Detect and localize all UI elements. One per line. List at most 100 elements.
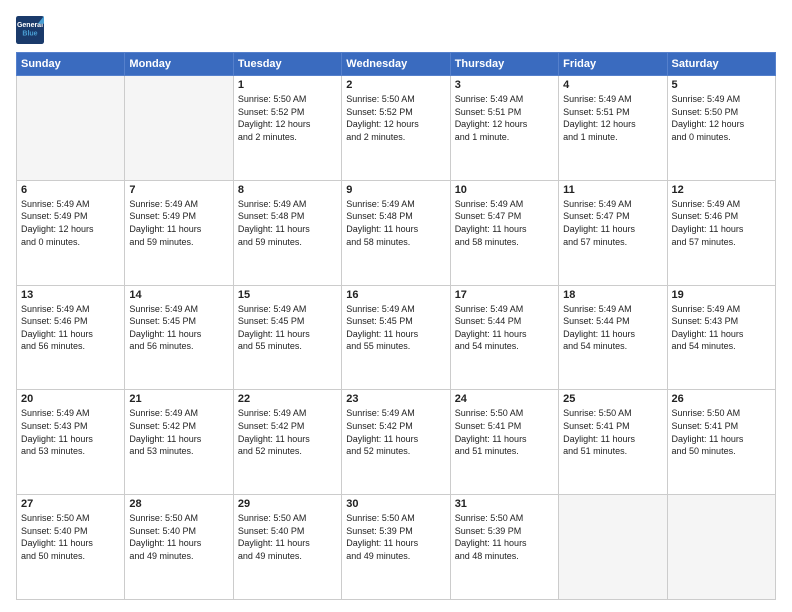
weekday-header: Saturday bbox=[667, 53, 775, 76]
day-number: 23 bbox=[346, 393, 445, 405]
day-number: 5 bbox=[672, 79, 771, 91]
cell-details: Sunrise: 5:49 AM Sunset: 5:43 PM Dayligh… bbox=[672, 303, 771, 353]
calendar-cell bbox=[559, 495, 667, 600]
cell-details: Sunrise: 5:50 AM Sunset: 5:40 PM Dayligh… bbox=[238, 512, 337, 562]
day-number: 8 bbox=[238, 184, 337, 196]
cell-details: Sunrise: 5:49 AM Sunset: 5:47 PM Dayligh… bbox=[563, 198, 662, 248]
cell-details: Sunrise: 5:49 AM Sunset: 5:49 PM Dayligh… bbox=[21, 198, 120, 248]
day-number: 21 bbox=[129, 393, 228, 405]
calendar-cell: 12 Sunrise: 5:49 AM Sunset: 5:46 PM Dayli… bbox=[667, 180, 775, 285]
day-number: 13 bbox=[21, 289, 120, 301]
cell-details: Sunrise: 5:50 AM Sunset: 5:41 PM Dayligh… bbox=[563, 407, 662, 457]
day-number: 12 bbox=[672, 184, 771, 196]
calendar-cell: 10 Sunrise: 5:49 AM Sunset: 5:47 PM Dayli… bbox=[450, 180, 558, 285]
day-number: 10 bbox=[455, 184, 554, 196]
calendar-cell: 9 Sunrise: 5:49 AM Sunset: 5:48 PM Daylig… bbox=[342, 180, 450, 285]
day-number: 15 bbox=[238, 289, 337, 301]
calendar-cell: 14Sunrise: 5:49 AM Sunset: 5:45 PM Dayli… bbox=[125, 285, 233, 390]
day-number: 24 bbox=[455, 393, 554, 405]
cell-details: Sunrise: 5:50 AM Sunset: 5:41 PM Dayligh… bbox=[455, 407, 554, 457]
cell-details: Sunrise: 5:50 AM Sunset: 5:39 PM Dayligh… bbox=[455, 512, 554, 562]
calendar-cell: 15 Sunrise: 5:49 AM Sunset: 5:45 PM Dayli… bbox=[233, 285, 341, 390]
page: General Blue SundayMondayTuesdayWednesda… bbox=[0, 0, 792, 612]
cell-details: Sunrise: 5:49 AM Sunset: 5:48 PM Dayligh… bbox=[238, 198, 337, 248]
cell-details: Sunrise: 5:49 AM Sunset: 5:51 PM Dayligh… bbox=[563, 93, 662, 143]
day-number: 2 bbox=[346, 79, 445, 91]
calendar-cell: 1 Sunrise: 5:50 AM Sunset: 5:52 PM Daylig… bbox=[233, 76, 341, 181]
calendar-cell bbox=[17, 76, 125, 181]
calendar-cell: 26 Sunrise: 5:50 AM Sunset: 5:41 PM Dayli… bbox=[667, 390, 775, 495]
cell-details: Sunrise: 5:50 AM Sunset: 5:41 PM Dayligh… bbox=[672, 407, 771, 457]
cell-details: Sunrise: 5:50 AM Sunset: 5:52 PM Dayligh… bbox=[346, 93, 445, 143]
header: General Blue bbox=[16, 12, 776, 44]
day-number: 26 bbox=[672, 393, 771, 405]
cell-details: Sunrise: 5:49 AM Sunset: 5:47 PM Dayligh… bbox=[455, 198, 554, 248]
weekday-header: Friday bbox=[559, 53, 667, 76]
calendar-week-row: 13 Sunrise: 5:49 AM Sunset: 5:46 PM Dayli… bbox=[17, 285, 776, 390]
day-number: 27 bbox=[21, 498, 120, 510]
day-number: 16 bbox=[346, 289, 445, 301]
cell-details: Sunrise: 5:49 AM Sunset: 5:42 PM Dayligh… bbox=[346, 407, 445, 457]
day-number: 19 bbox=[672, 289, 771, 301]
svg-text:Blue: Blue bbox=[22, 30, 37, 37]
day-number: 3 bbox=[455, 79, 554, 91]
cell-details: Sunrise: 5:49 AM Sunset: 5:46 PM Dayligh… bbox=[672, 198, 771, 248]
calendar-cell: 11 Sunrise: 5:49 AM Sunset: 5:47 PM Dayli… bbox=[559, 180, 667, 285]
calendar-cell: 20Sunrise: 5:49 AM Sunset: 5:43 PM Dayli… bbox=[17, 390, 125, 495]
calendar-cell: 8 Sunrise: 5:49 AM Sunset: 5:48 PM Daylig… bbox=[233, 180, 341, 285]
calendar-cell: 24 Sunrise: 5:50 AM Sunset: 5:41 PM Dayli… bbox=[450, 390, 558, 495]
day-number: 6 bbox=[21, 184, 120, 196]
cell-details: Sunrise: 5:49 AM Sunset: 5:48 PM Dayligh… bbox=[346, 198, 445, 248]
cell-details: Sunrise: 5:49 AM Sunset: 5:50 PM Dayligh… bbox=[672, 93, 771, 143]
cell-details: Sunrise: 5:49 AM Sunset: 5:45 PM Dayligh… bbox=[346, 303, 445, 353]
day-number: 22 bbox=[238, 393, 337, 405]
cell-details: Sunrise: 5:50 AM Sunset: 5:39 PM Dayligh… bbox=[346, 512, 445, 562]
day-number: 11 bbox=[563, 184, 662, 196]
cell-details: Sunrise: 5:49 AM Sunset: 5:42 PM Dayligh… bbox=[129, 407, 228, 457]
calendar-cell: 5 Sunrise: 5:49 AM Sunset: 5:50 PM Daylig… bbox=[667, 76, 775, 181]
cell-details: Sunrise: 5:50 AM Sunset: 5:52 PM Dayligh… bbox=[238, 93, 337, 143]
calendar-week-row: 6 Sunrise: 5:49 AM Sunset: 5:49 PM Daylig… bbox=[17, 180, 776, 285]
calendar-cell: 28Sunrise: 5:50 AM Sunset: 5:40 PM Dayli… bbox=[125, 495, 233, 600]
day-number: 1 bbox=[238, 79, 337, 91]
weekday-header: Monday bbox=[125, 53, 233, 76]
cell-details: Sunrise: 5:49 AM Sunset: 5:43 PM Dayligh… bbox=[21, 407, 120, 457]
calendar-cell: 13 Sunrise: 5:49 AM Sunset: 5:46 PM Dayli… bbox=[17, 285, 125, 390]
day-number: 25 bbox=[563, 393, 662, 405]
calendar-cell: 21 Sunrise: 5:49 AM Sunset: 5:42 PM Dayli… bbox=[125, 390, 233, 495]
weekday-header: Tuesday bbox=[233, 53, 341, 76]
cell-details: Sunrise: 5:49 AM Sunset: 5:44 PM Dayligh… bbox=[563, 303, 662, 353]
calendar-cell: 30Sunrise: 5:50 AM Sunset: 5:39 PM Dayli… bbox=[342, 495, 450, 600]
calendar-cell bbox=[667, 495, 775, 600]
day-number: 29 bbox=[238, 498, 337, 510]
calendar-cell: 7 Sunrise: 5:49 AM Sunset: 5:49 PM Daylig… bbox=[125, 180, 233, 285]
calendar-cell: 6 Sunrise: 5:49 AM Sunset: 5:49 PM Daylig… bbox=[17, 180, 125, 285]
cell-details: Sunrise: 5:50 AM Sunset: 5:40 PM Dayligh… bbox=[21, 512, 120, 562]
calendar-header-row: SundayMondayTuesdayWednesdayThursdayFrid… bbox=[17, 53, 776, 76]
day-number: 7 bbox=[129, 184, 228, 196]
calendar-cell: 2 Sunrise: 5:50 AM Sunset: 5:52 PM Daylig… bbox=[342, 76, 450, 181]
day-number: 9 bbox=[346, 184, 445, 196]
calendar-cell: 23 Sunrise: 5:49 AM Sunset: 5:42 PM Dayli… bbox=[342, 390, 450, 495]
cell-details: Sunrise: 5:49 AM Sunset: 5:45 PM Dayligh… bbox=[238, 303, 337, 353]
cell-details: Sunrise: 5:49 AM Sunset: 5:42 PM Dayligh… bbox=[238, 407, 337, 457]
weekday-header: Wednesday bbox=[342, 53, 450, 76]
day-number: 4 bbox=[563, 79, 662, 91]
calendar-cell: 16 Sunrise: 5:49 AM Sunset: 5:45 PM Dayli… bbox=[342, 285, 450, 390]
calendar-cell: 22 Sunrise: 5:49 AM Sunset: 5:42 PM Dayli… bbox=[233, 390, 341, 495]
day-number: 17 bbox=[455, 289, 554, 301]
day-number: 14 bbox=[129, 289, 228, 301]
day-number: 18 bbox=[563, 289, 662, 301]
calendar-cell: 3 Sunrise: 5:49 AM Sunset: 5:51 PM Daylig… bbox=[450, 76, 558, 181]
calendar-table: SundayMondayTuesdayWednesdayThursdayFrid… bbox=[16, 52, 776, 600]
calendar-cell: 27 Sunrise: 5:50 AM Sunset: 5:40 PM Dayli… bbox=[17, 495, 125, 600]
logo: General Blue bbox=[16, 16, 44, 44]
weekday-header: Thursday bbox=[450, 53, 558, 76]
cell-details: Sunrise: 5:50 AM Sunset: 5:40 PM Dayligh… bbox=[129, 512, 228, 562]
calendar-cell: 29 Sunrise: 5:50 AM Sunset: 5:40 PM Dayli… bbox=[233, 495, 341, 600]
calendar-cell: 25 Sunrise: 5:50 AM Sunset: 5:41 PM Dayli… bbox=[559, 390, 667, 495]
cell-details: Sunrise: 5:49 AM Sunset: 5:49 PM Dayligh… bbox=[129, 198, 228, 248]
cell-details: Sunrise: 5:49 AM Sunset: 5:51 PM Dayligh… bbox=[455, 93, 554, 143]
calendar-cell: 19 Sunrise: 5:49 AM Sunset: 5:43 PM Dayli… bbox=[667, 285, 775, 390]
cell-details: Sunrise: 5:49 AM Sunset: 5:46 PM Dayligh… bbox=[21, 303, 120, 353]
